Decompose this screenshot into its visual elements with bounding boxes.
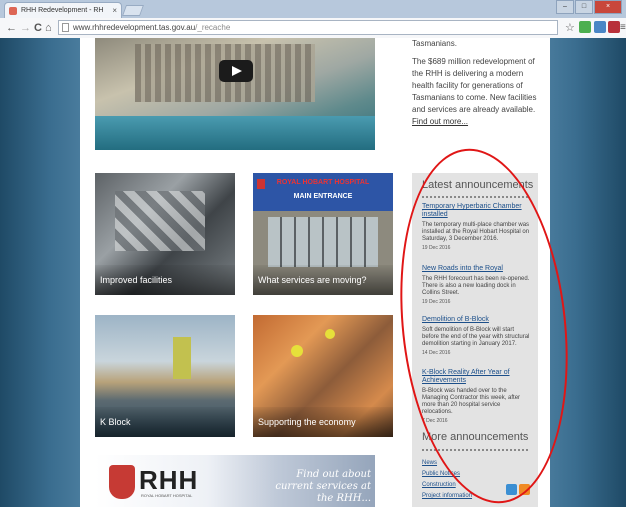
announcement-item: New Roads into the Royal The RHH forecou… — [422, 265, 530, 306]
video-thumbnail-pool — [95, 116, 375, 150]
more-link-construction[interactable]: Construction — [422, 480, 472, 491]
new-tab-button[interactable] — [121, 5, 145, 16]
page-content: Tasmanians. The $689 million redevelopme… — [80, 38, 550, 507]
url-path: /_recache — [195, 23, 231, 32]
twitter-icon[interactable] — [506, 484, 517, 495]
play-icon[interactable] — [219, 60, 253, 82]
extension-red-icon[interactable] — [608, 21, 620, 33]
more-announcements-title: More announcements — [422, 431, 529, 443]
minimize-button[interactable]: – — [556, 0, 574, 14]
more-link-news[interactable]: News — [422, 458, 472, 469]
tile-caption: K Block — [95, 407, 235, 437]
rhh-logo-text: RHH — [139, 465, 199, 495]
browser-tab[interactable]: RHH Redevelopment - RH × — [4, 2, 122, 18]
more-link-project-information[interactable]: Project information — [422, 491, 472, 502]
tab-bar: RHH Redevelopment - RH × – □ × — [0, 0, 626, 18]
dotted-divider — [422, 196, 528, 200]
announcement-link[interactable]: Temporary Hyperbaric Chamber installed — [422, 203, 530, 219]
more-announcements-list: News Public Notices Construction Project… — [422, 458, 472, 502]
rss-icon[interactable] — [519, 484, 530, 495]
menu-icon[interactable]: ≡ — [620, 20, 626, 36]
announcement-body: B-Block was handed over to the Managing … — [422, 388, 521, 415]
find-out-more-link[interactable]: Find out more... — [412, 117, 468, 126]
video-player[interactable] — [95, 38, 375, 150]
rhh-crest-icon — [109, 465, 135, 499]
intro-text: Tasmanians. The $689 million redevelopme… — [412, 38, 542, 134]
announcement-body: Soft demolition of B-Block will start be… — [422, 327, 530, 347]
page-icon — [62, 23, 69, 32]
extension-blue-icon[interactable] — [594, 21, 606, 33]
tile-image — [115, 191, 205, 251]
favicon-icon — [9, 7, 17, 15]
announcement-body: The RHH forecourt has been re-opened. Th… — [422, 276, 530, 296]
tile-caption: Supporting the economy — [253, 407, 393, 437]
back-icon[interactable]: ← — [6, 20, 17, 36]
tile-k-block[interactable]: K Block — [95, 315, 235, 437]
browser-chrome: RHH Redevelopment - RH × – □ × ← → C ⌂ w… — [0, 0, 626, 39]
tab-close-icon[interactable]: × — [112, 3, 117, 18]
tile-caption: Improved facilities — [95, 265, 235, 295]
announcement-item: Demolition of B-Block Soft demolition of… — [422, 316, 530, 357]
announcement-body: The temporary multi-place chamber was in… — [422, 222, 530, 242]
tile-supporting-economy[interactable]: Supporting the economy — [253, 315, 393, 437]
announcement-item: Temporary Hyperbaric Chamber installed T… — [422, 203, 530, 252]
extension-green-icon[interactable] — [579, 21, 591, 33]
reload-icon[interactable]: C — [34, 20, 42, 36]
tile-image — [325, 329, 335, 339]
tile-image — [291, 345, 303, 357]
maximize-button[interactable]: □ — [575, 0, 593, 14]
intro-paragraph: The $689 million redevelopment of the RH… — [412, 57, 537, 126]
bookmark-star-icon[interactable]: ☆ — [565, 20, 575, 36]
address-bar[interactable]: www.rhhredevelopment.tas.gov.au/_recache — [58, 20, 558, 35]
tab-title: RHH Redevelopment - RH — [21, 7, 104, 14]
forward-icon[interactable]: → — [20, 20, 31, 36]
announcement-link[interactable]: New Roads into the Royal — [422, 265, 530, 273]
tile-caption: What services are moving? — [253, 265, 393, 295]
announcement-date: 7 Dec 2016 — [422, 418, 448, 424]
announcement-item: K-Block Reality After Year of Achievemen… — [422, 369, 530, 425]
sign-text-bottom: MAIN ENTRANCE — [293, 193, 353, 200]
banner-tagline: Find out about current services at the R… — [275, 469, 371, 504]
announcement-date: 19 Dec 2016 — [422, 245, 451, 251]
home-icon[interactable]: ⌂ — [45, 20, 52, 36]
more-link-public-notices[interactable]: Public Notices — [422, 469, 472, 480]
window-close-button[interactable]: × — [594, 0, 622, 14]
url-host: www.rhhredevelopment.tas.gov.au — [73, 23, 196, 32]
tile-services-moving[interactable]: ROYAL HOBART HOSPITAL MAIN ENTRANCE What… — [253, 173, 393, 295]
sign-text-top: ROYAL HOBART HOSPITAL — [276, 179, 370, 186]
announcement-date: 19 Dec 2016 — [422, 299, 451, 305]
tile-improved-facilities[interactable]: Improved facilities — [95, 173, 235, 295]
window-controls: – □ × — [555, 0, 622, 14]
announcements-sidebar: Latest announcements Temporary Hyperbari… — [412, 173, 538, 507]
announcement-link[interactable]: Demolition of B-Block — [422, 316, 530, 324]
announcement-link[interactable]: K-Block Reality After Year of Achievemen… — [422, 369, 530, 385]
rhh-services-banner[interactable]: RHH ROYAL HOBART HOSPITAL Find out about… — [95, 455, 375, 507]
tile-image — [173, 337, 191, 379]
intro-line: Tasmanians. — [412, 39, 457, 48]
tile-image — [268, 217, 378, 267]
latest-announcements-title: Latest announcements — [422, 179, 534, 191]
announcement-date: 14 Dec 2016 — [422, 350, 451, 356]
rhh-logo-subtitle: ROYAL HOBART HOSPITAL — [141, 493, 193, 498]
browser-toolbar: ← → C ⌂ www.rhhredevelopment.tas.gov.au/… — [0, 18, 626, 39]
page-viewport: Tasmanians. The $689 million redevelopme… — [0, 38, 626, 507]
dotted-divider — [422, 449, 528, 453]
